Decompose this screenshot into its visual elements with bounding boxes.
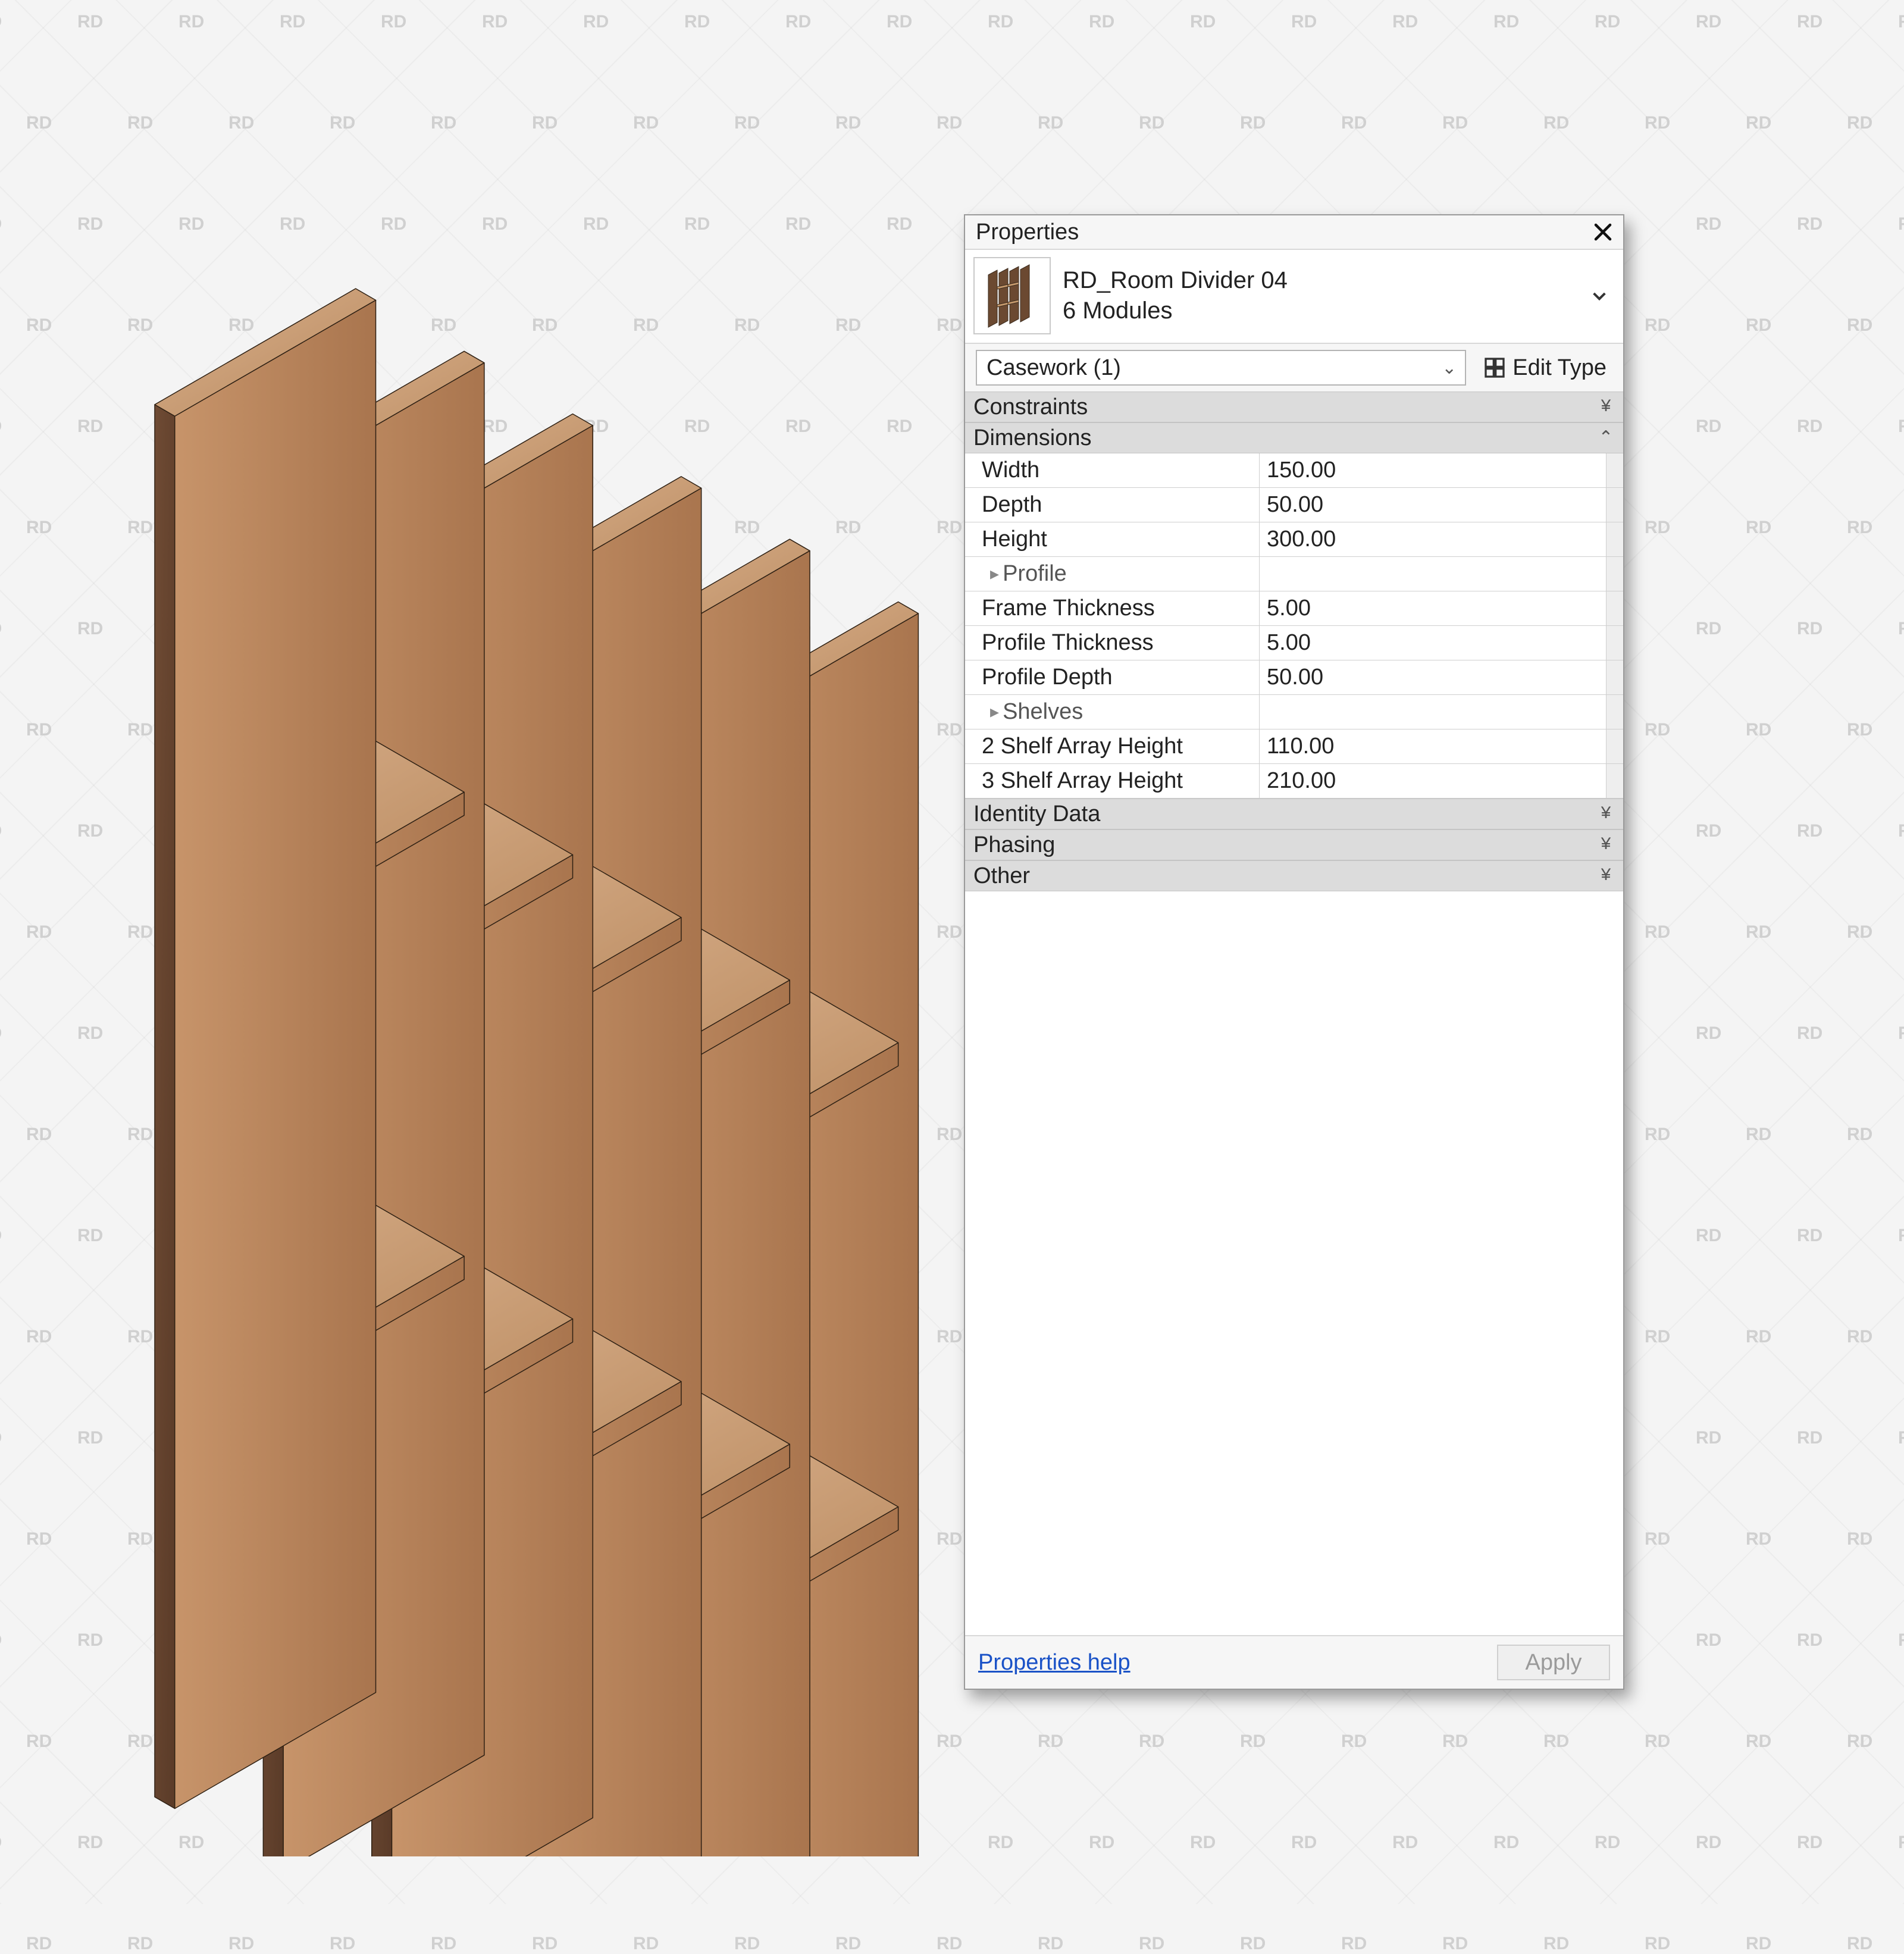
param-profile-group-value: [1260, 557, 1606, 591]
param-lock[interactable]: [1606, 488, 1623, 522]
expand-icon[interactable]: ¥: [1597, 866, 1615, 886]
family-name: RD_Room Divider 04: [1063, 267, 1288, 294]
close-icon[interactable]: [1590, 219, 1616, 245]
collapse-icon[interactable]: ⌃: [1597, 427, 1615, 449]
apply-button[interactable]: Apply: [1497, 1645, 1610, 1680]
panel-titlebar[interactable]: Properties: [965, 215, 1623, 249]
properties-help-link[interactable]: Properties help: [978, 1650, 1130, 1676]
param-profile-group-label: Profile: [965, 557, 1260, 591]
type-name: 6 Modules: [1063, 298, 1288, 324]
type-header-text: RD_Room Divider 04 6 Modules: [1063, 267, 1288, 324]
param-shelf-3-value[interactable]: 210.00: [1260, 764, 1606, 798]
selector-row: Casework (1) ⌄ Edit Type: [965, 344, 1623, 392]
panel-footer: Properties help Apply: [965, 1635, 1623, 1689]
edit-type-button[interactable]: Edit Type: [1477, 350, 1612, 386]
param-lock[interactable]: [1606, 695, 1623, 729]
param-lock[interactable]: [1606, 729, 1623, 763]
type-header: RD_Room Divider 04 6 Modules: [965, 249, 1623, 344]
param-depth-label: Depth: [965, 488, 1260, 522]
param-lock[interactable]: [1606, 522, 1623, 556]
group-phasing[interactable]: Phasing ¥: [965, 829, 1623, 860]
room-divider-3d: [71, 71, 1023, 1856]
group-constraints-label: Constraints: [973, 394, 1088, 420]
group-dimensions-label: Dimensions: [973, 425, 1092, 451]
param-width-value[interactable]: 150.00: [1260, 453, 1606, 487]
param-width-label: Width: [965, 453, 1260, 487]
param-shelf-2-value[interactable]: 110.00: [1260, 729, 1606, 763]
group-other-label: Other: [973, 863, 1030, 889]
param-lock[interactable]: [1606, 764, 1623, 798]
group-constraints[interactable]: Constraints ¥: [965, 392, 1623, 422]
param-depth-value[interactable]: 50.00: [1260, 488, 1606, 522]
param-profile-depth[interactable]: Profile Depth 50.00: [965, 660, 1623, 695]
expand-icon[interactable]: ¥: [1597, 397, 1615, 417]
param-shelf-2[interactable]: 2 Shelf Array Height 110.00: [965, 729, 1623, 764]
param-shelf-3[interactable]: 3 Shelf Array Height 210.00: [965, 764, 1623, 798]
group-phasing-label: Phasing: [973, 832, 1055, 858]
param-shelf-2-label: 2 Shelf Array Height: [965, 729, 1260, 763]
param-frame-thickness-label: Frame Thickness: [965, 591, 1260, 625]
param-shelves-group-value: [1260, 695, 1606, 729]
param-height-label: Height: [965, 522, 1260, 556]
type-dropdown-caret[interactable]: [1587, 284, 1611, 308]
param-width[interactable]: Width 150.00: [965, 453, 1623, 488]
category-selector-label: Casework (1): [987, 355, 1121, 381]
chevron-down-icon: ⌄: [1442, 358, 1457, 378]
category-selector[interactable]: Casework (1) ⌄: [976, 350, 1466, 386]
group-identity-label: Identity Data: [973, 801, 1100, 827]
param-lock[interactable]: [1606, 626, 1623, 660]
param-frame-thickness[interactable]: Frame Thickness 5.00: [965, 591, 1623, 626]
param-lock[interactable]: [1606, 660, 1623, 694]
param-profile-group[interactable]: Profile: [965, 557, 1623, 591]
param-height-value[interactable]: 300.00: [1260, 522, 1606, 556]
expand-icon[interactable]: ¥: [1597, 804, 1615, 824]
model-viewport[interactable]: [71, 71, 1023, 1856]
param-height[interactable]: Height 300.00: [965, 522, 1623, 557]
group-other[interactable]: Other ¥: [965, 860, 1623, 891]
group-dimensions[interactable]: Dimensions ⌃: [965, 422, 1623, 453]
panel-whitespace: [965, 891, 1623, 1635]
param-depth[interactable]: Depth 50.00: [965, 488, 1623, 522]
edit-type-label: Edit Type: [1512, 355, 1606, 381]
param-profile-thickness-value[interactable]: 5.00: [1260, 626, 1606, 660]
param-shelf-3-label: 3 Shelf Array Height: [965, 764, 1260, 798]
param-profile-depth-label: Profile Depth: [965, 660, 1260, 694]
properties-panel: Properties RD_Room Divider 04: [964, 214, 1624, 1690]
param-lock[interactable]: [1606, 591, 1623, 625]
param-lock[interactable]: [1606, 557, 1623, 591]
param-frame-thickness-value[interactable]: 5.00: [1260, 591, 1606, 625]
panel-title-text: Properties: [976, 220, 1079, 245]
param-shelves-group-label: Shelves: [965, 695, 1260, 729]
param-profile-thickness[interactable]: Profile Thickness 5.00: [965, 626, 1623, 660]
expand-icon[interactable]: ¥: [1597, 835, 1615, 855]
param-shelves-group[interactable]: Shelves: [965, 695, 1623, 729]
type-thumbnail: [973, 257, 1051, 334]
param-profile-thickness-label: Profile Thickness: [965, 626, 1260, 660]
param-profile-depth-value[interactable]: 50.00: [1260, 660, 1606, 694]
group-identity[interactable]: Identity Data ¥: [965, 798, 1623, 829]
param-lock[interactable]: [1606, 453, 1623, 487]
